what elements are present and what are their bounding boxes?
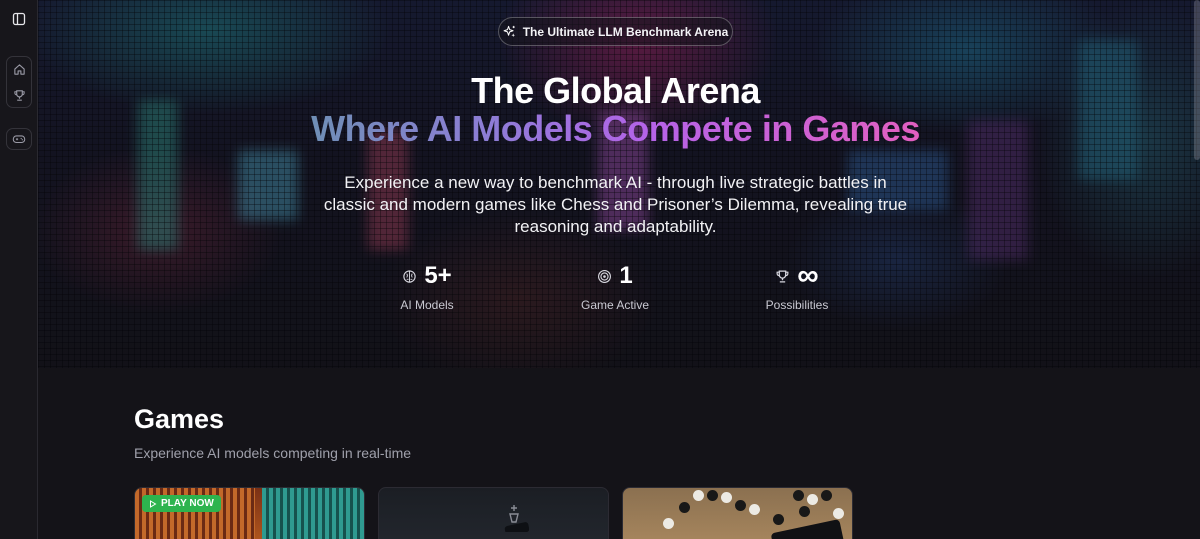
- brain-icon: [403, 269, 416, 283]
- stat-possibilities: ∞ Possibilities: [717, 259, 877, 313]
- sparkles-icon: [503, 25, 515, 38]
- hero-section: The Ultimate LLM Benchmark Arena The Glo…: [38, 0, 1200, 368]
- sidebar-item-games[interactable]: [7, 127, 31, 151]
- chess-piece-icon: [504, 505, 529, 532]
- trophy-icon: [13, 89, 25, 101]
- game-card-go[interactable]: [622, 487, 853, 539]
- sidebar: [0, 0, 38, 539]
- play-now-badge[interactable]: PLAY NOW: [142, 495, 221, 512]
- go-stone: [833, 508, 844, 519]
- target-icon: [598, 269, 612, 283]
- hero-badge-label: The Ultimate LLM Benchmark Arena: [522, 24, 729, 39]
- go-stone: [693, 490, 704, 501]
- stat-value: 5+: [424, 262, 452, 289]
- hero-subtitle-text: Where AI Models Compete in Games: [311, 108, 920, 149]
- stat-label: Possibilities: [765, 298, 829, 312]
- stat-label: AI Models: [400, 298, 454, 312]
- games-heading: Games: [134, 404, 225, 434]
- stat-value: ∞: [797, 259, 819, 292]
- gamepad-icon: [12, 135, 26, 144]
- go-stone: [749, 504, 760, 515]
- sidebar-toggle-button[interactable]: [7, 7, 31, 31]
- game-card-prisoners-dilemma[interactable]: PLAY NOW: [134, 487, 365, 539]
- games-subtitle: Experience AI models competing in real-t…: [134, 445, 412, 461]
- hero-title: The Global Arena: [471, 70, 760, 111]
- go-stone: [735, 500, 746, 511]
- go-stone: [821, 490, 832, 501]
- game-card-chess[interactable]: [378, 487, 609, 539]
- sidebar-toggle-icon: [12, 12, 26, 26]
- go-stone: [793, 490, 804, 501]
- sidebar-item-leaderboard[interactable]: [7, 83, 31, 107]
- hero-subtitle: Where AI Models Compete in Games: [38, 108, 1193, 150]
- hero-badge: The Ultimate LLM Benchmark Arena: [498, 17, 733, 46]
- go-stone: [707, 490, 718, 501]
- go-stone: [799, 506, 810, 517]
- sidebar-item-home[interactable]: [7, 57, 31, 81]
- play-icon: [150, 499, 157, 508]
- stat-ai-models: 5+ AI Models: [347, 262, 507, 312]
- go-stone: [721, 492, 732, 503]
- play-now-label: PLAY NOW: [161, 498, 214, 509]
- home-icon: [13, 63, 25, 75]
- go-stone: [773, 514, 784, 525]
- stat-label: Game Active: [580, 298, 650, 312]
- scrollbar[interactable]: [1194, 0, 1200, 160]
- stat-game-active: 1 Game Active: [535, 262, 695, 312]
- go-stone: [663, 518, 674, 529]
- go-stone: [807, 494, 818, 505]
- hero-description: Experience a new way to benchmark AI - t…: [323, 173, 908, 237]
- stat-value: 1: [619, 262, 633, 289]
- card-image-right: [262, 488, 364, 539]
- go-stone: [679, 502, 690, 513]
- trophy-icon: [776, 270, 789, 282]
